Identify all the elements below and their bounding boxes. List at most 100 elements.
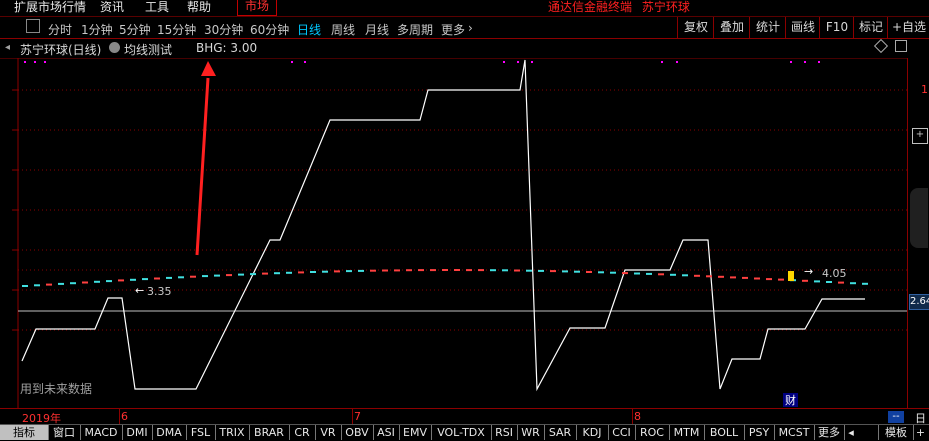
candle-dash <box>142 278 148 281</box>
tab-fsl[interactable]: FSL <box>186 425 216 440</box>
tab-mtm[interactable]: MTM <box>669 425 705 440</box>
candle-dash <box>610 271 616 274</box>
mark-button[interactable]: 标记 <box>853 17 888 38</box>
candle-dash <box>418 269 424 272</box>
candle-dash <box>838 281 844 284</box>
tab-sar[interactable]: SAR <box>544 425 577 440</box>
period-15min[interactable]: 15分钟 <box>157 21 196 38</box>
candle-dash <box>526 269 532 272</box>
tab-kdj[interactable]: KDJ <box>576 425 609 440</box>
candle-dash <box>538 269 544 272</box>
candle-dash <box>394 269 400 272</box>
candle-dash <box>94 280 100 283</box>
candle-dash <box>658 273 664 276</box>
candle-dash <box>442 269 448 271</box>
candle-dash <box>286 271 292 274</box>
period-timeshare[interactable]: 分时 <box>48 21 72 38</box>
period-30min[interactable]: 30分钟 <box>204 21 243 38</box>
tab-roc[interactable]: ROC <box>635 425 670 440</box>
menu-tools[interactable]: 工具 <box>145 0 169 14</box>
candle-dash <box>70 282 76 285</box>
period-5min[interactable]: 5分钟 <box>119 21 151 38</box>
expand-box-icon[interactable]: + <box>912 128 928 144</box>
menu-news[interactable]: 资讯 <box>100 0 124 14</box>
template-button[interactable]: 模板 <box>878 425 914 440</box>
indicator-line <box>21 59 865 392</box>
tab-more[interactable]: 更多 <box>814 425 845 440</box>
period-multi[interactable]: 多周期 <box>397 21 433 38</box>
tabs-scroll-arrow-icon[interactable]: ◂ <box>844 425 858 440</box>
candle-dash <box>454 269 460 271</box>
price-axis: 1 + 2.64 <box>907 58 929 408</box>
period-more[interactable]: 更多 <box>441 21 465 38</box>
tab-dma[interactable]: DMA <box>152 425 187 440</box>
tab-rsi[interactable]: RSI <box>491 425 518 440</box>
left-axis-ticks <box>12 89 18 331</box>
tab-dmi[interactable]: DMI <box>122 425 153 440</box>
more-chevron-icon[interactable]: › <box>468 21 473 35</box>
menu-extended-market[interactable]: 扩展市场行情 <box>14 0 86 14</box>
period-daily[interactable]: 日线 <box>297 21 321 38</box>
indicator-chart[interactable]: ← 3.35 → 4.05 用到未来数据 财 <box>0 58 929 408</box>
tab-brar[interactable]: BRAR <box>249 425 290 440</box>
collapse-arrow-icon[interactable]: ◂ <box>5 42 10 53</box>
overlay-button[interactable]: 叠加 <box>713 17 750 38</box>
tab-mcst[interactable]: MCST <box>774 425 815 440</box>
tab-vol-tdx[interactable]: VOL-TDX <box>431 425 492 440</box>
candle-dash <box>262 272 268 275</box>
indicator-name-label[interactable]: 均线测试 <box>124 41 172 58</box>
candle-dash <box>430 269 436 272</box>
period-1min[interactable]: 1分钟 <box>81 21 113 38</box>
period-monthly[interactable]: 月线 <box>365 21 389 38</box>
period-weekly[interactable]: 周线 <box>331 21 355 38</box>
date-axis: 2019年 6 7 8 -- 日 <box>0 408 929 425</box>
candle-dash <box>574 270 580 273</box>
f10-button[interactable]: F10 <box>819 17 854 38</box>
window-toggle-icon[interactable] <box>895 40 907 52</box>
red-arrow-head <box>201 61 216 76</box>
statistics-button[interactable]: 统计 <box>749 17 786 38</box>
tab-macd[interactable]: MACD <box>80 425 123 440</box>
tab-trix[interactable]: TRIX <box>215 425 250 440</box>
settings-circle-icon[interactable] <box>109 42 120 53</box>
candle-dash <box>646 272 652 275</box>
candle-dash <box>718 275 724 278</box>
candle-dash <box>802 279 808 282</box>
indicator-tabs: 指标 窗口 MACD DMI DMA FSL TRIX BRAR CR VR O… <box>0 424 929 441</box>
tab-obv[interactable]: OBV <box>341 425 374 440</box>
tab-asi[interactable]: ASI <box>373 425 400 440</box>
tab-boll[interactable]: BOLL <box>704 425 745 440</box>
tab-cr[interactable]: CR <box>289 425 316 440</box>
side-scroll-handle[interactable] <box>910 188 928 248</box>
candle-dash <box>82 281 88 284</box>
tab-wr[interactable]: WR <box>517 425 545 440</box>
toolbar-box-icon[interactable] <box>26 19 40 33</box>
high-price-label: 4.05 <box>822 267 847 280</box>
candle-dash <box>154 277 160 280</box>
tab-emv[interactable]: EMV <box>399 425 432 440</box>
bhg-value-label: BHG: 3.00 <box>196 41 258 55</box>
candle-dash <box>502 269 508 272</box>
diamond-icon[interactable] <box>873 38 889 54</box>
magenta-markers <box>24 61 820 63</box>
tab-cci[interactable]: CCI <box>608 425 636 440</box>
date-june: 6 <box>121 410 128 423</box>
add-favorite-button[interactable]: +自选 <box>887 17 929 38</box>
candle-dash <box>670 273 676 276</box>
candle-dash <box>238 273 244 276</box>
period-60min[interactable]: 60分钟 <box>250 21 289 38</box>
menu-help[interactable]: 帮助 <box>187 0 211 14</box>
market-tab[interactable]: 市场 <box>237 0 277 16</box>
tab-window[interactable]: 窗口 <box>48 425 81 440</box>
date-divider <box>632 409 633 424</box>
tab-psy[interactable]: PSY <box>744 425 775 440</box>
draw-line-button[interactable]: 画线 <box>785 17 820 38</box>
tab-vr[interactable]: VR <box>315 425 342 440</box>
red-arrow-shaft <box>195 77 210 256</box>
candle-dash <box>514 269 520 272</box>
add-template-button[interactable]: + <box>912 425 929 440</box>
tab-indicator[interactable]: 指标 <box>0 425 49 440</box>
candle-dash <box>106 280 112 283</box>
adjust-button[interactable]: 复权 <box>677 17 714 38</box>
date-axis-dash[interactable]: -- <box>888 411 904 423</box>
